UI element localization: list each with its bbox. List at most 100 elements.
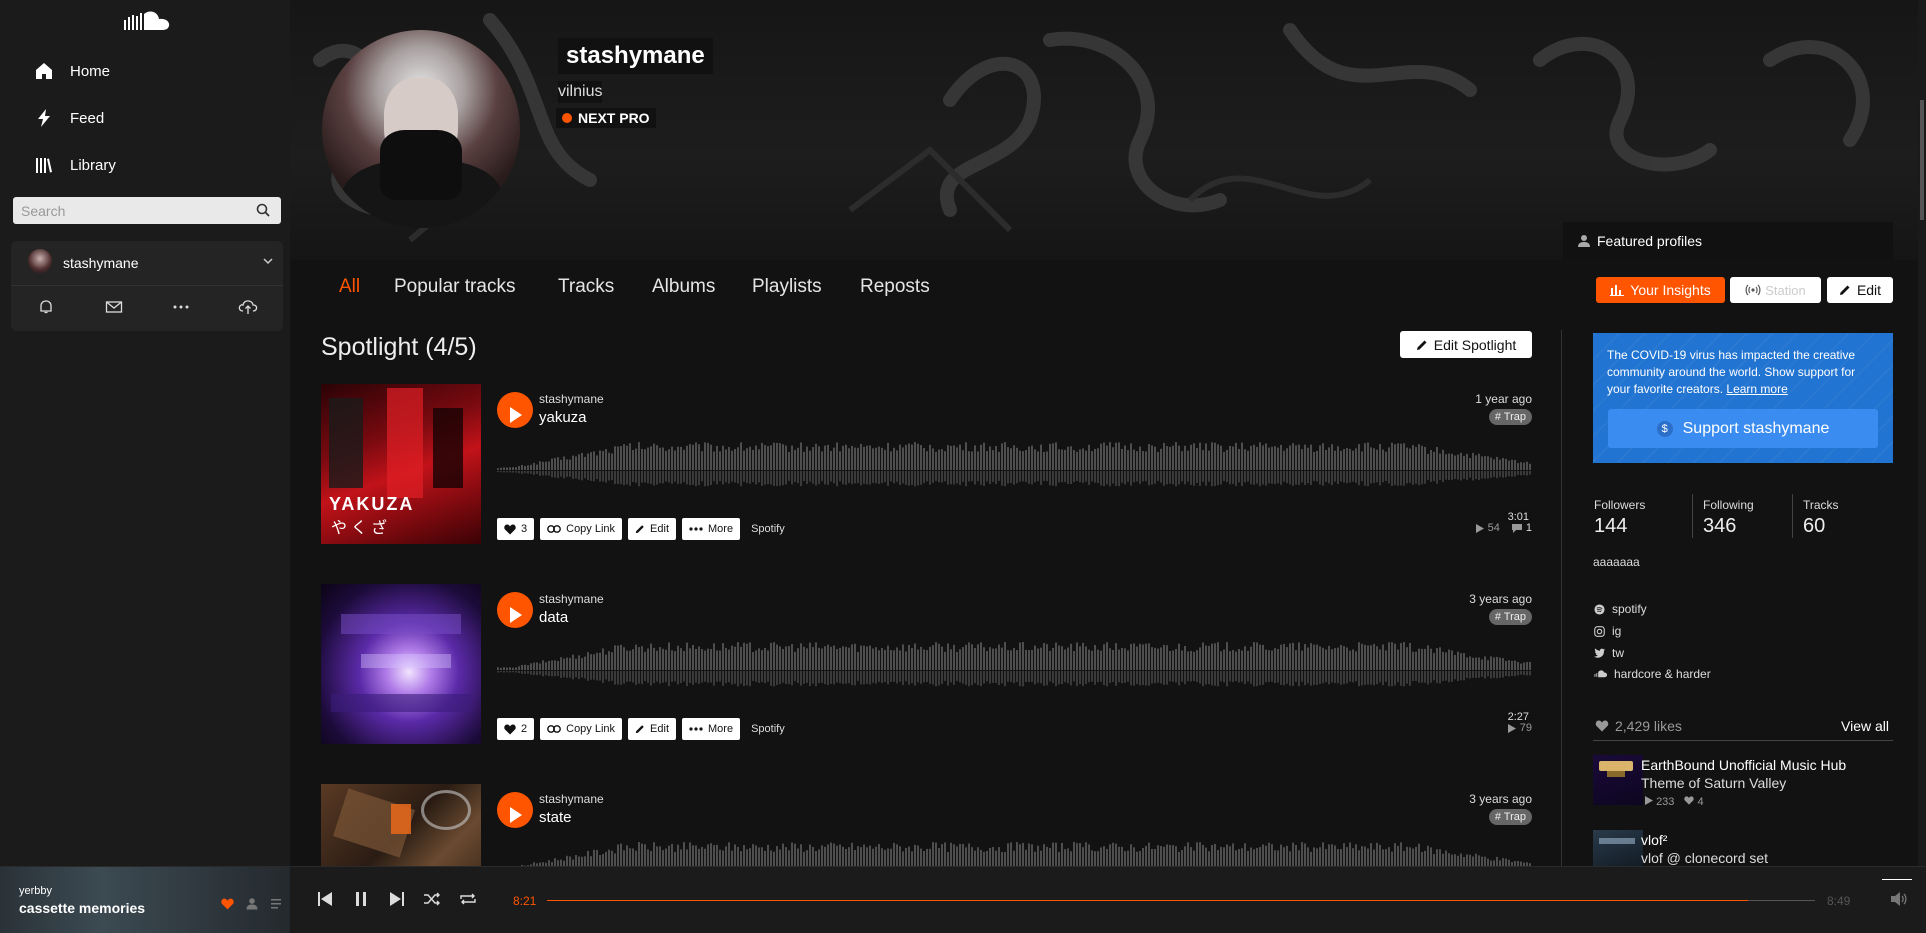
learn-more-link[interactable]: Learn more (1726, 382, 1787, 396)
previous-icon[interactable] (318, 891, 332, 907)
track-artwork[interactable] (321, 584, 481, 744)
tab-albums[interactable]: Albums (652, 276, 715, 298)
waveform-bar (650, 446, 652, 470)
soundcloud-logo-icon[interactable] (122, 10, 174, 32)
track-artwork[interactable]: YAKUZA やくざ (321, 384, 481, 544)
play-button[interactable] (497, 592, 533, 628)
now-playing-title[interactable]: cassette memories (19, 900, 145, 916)
like-button[interactable]: 3 (497, 518, 535, 540)
waveform-bar (1190, 444, 1192, 470)
tab-playlists[interactable]: Playlists (752, 276, 822, 298)
edit-spotlight-button[interactable]: Edit Spotlight (1400, 331, 1532, 358)
next-icon[interactable] (390, 891, 404, 907)
stat-following[interactable]: Following 346 (1703, 498, 1754, 538)
nav-library[interactable]: Library (34, 155, 116, 175)
liked-track-artwork[interactable] (1593, 755, 1643, 805)
spotify-link[interactable]: Spotify (751, 523, 785, 535)
edit-profile-button[interactable]: Edit (1827, 277, 1893, 303)
nav-home[interactable]: Home (34, 61, 110, 81)
like-button[interactable]: 2 (497, 718, 535, 740)
genre-tag[interactable]: # Trap (1488, 809, 1532, 825)
waveform[interactable]: 3:01 (497, 434, 1532, 524)
waveform-bar-reflection (536, 671, 538, 676)
comments-stat[interactable]: 1 (1511, 522, 1532, 534)
user-name[interactable]: stashymane (63, 255, 138, 271)
waveform-bar (731, 850, 733, 866)
waveform[interactable]: 2:27 (497, 634, 1532, 724)
waveform-bar-reflection (680, 671, 682, 684)
copy-link-button[interactable]: Copy Link (540, 718, 623, 740)
track-title[interactable]: state (539, 809, 572, 826)
likes-header[interactable]: 2,429 likes (1595, 718, 1682, 734)
stat-followers[interactable]: Followers 144 (1594, 498, 1645, 538)
scrollbar-thumb[interactable] (1920, 100, 1924, 220)
search-input[interactable] (13, 197, 281, 224)
stat-tracks[interactable]: Tracks 60 (1803, 498, 1839, 538)
more-button[interactable]: More (682, 718, 741, 740)
liked-track-user[interactable]: EarthBound Unofficial Music Hub (1641, 757, 1846, 773)
more-icon[interactable] (172, 299, 190, 315)
waveform[interactable] (497, 834, 1532, 866)
user-avatar[interactable] (28, 249, 52, 273)
track-title[interactable]: yakuza (539, 409, 587, 426)
now-playing-user[interactable]: yerbby (19, 885, 52, 897)
chevron-down-icon[interactable] (263, 257, 273, 265)
pause-icon[interactable] (355, 891, 367, 907)
station-button[interactable]: Station (1730, 277, 1821, 303)
repeat-icon[interactable] (459, 891, 477, 907)
track-user[interactable]: stashymane (539, 592, 604, 606)
bell-icon[interactable] (38, 299, 54, 315)
waveform-bar-reflection (1256, 671, 1258, 687)
link-spotify[interactable]: spotify (1594, 602, 1647, 616)
copy-link-button[interactable]: Copy Link (540, 518, 623, 540)
edit-track-button[interactable]: Edit (628, 518, 677, 540)
queue-icon[interactable] (271, 898, 285, 910)
nav-feed[interactable]: Feed (34, 108, 104, 128)
edit-track-button[interactable]: Edit (628, 718, 677, 740)
link-soundcloud[interactable]: hardcore & harder (1594, 667, 1711, 681)
view-all-link[interactable]: View all (1841, 718, 1889, 734)
featured-profiles[interactable]: Featured profiles (1563, 222, 1893, 260)
your-insights-button[interactable]: Your Insights (1596, 277, 1725, 303)
tab-all[interactable]: All (339, 276, 360, 298)
waveform-bar-reflection (1337, 671, 1339, 684)
search-icon[interactable] (256, 203, 270, 217)
follow-user-icon[interactable] (246, 897, 260, 910)
tab-popular-tracks[interactable]: Popular tracks (394, 276, 515, 298)
volume-level[interactable] (1882, 879, 1912, 880)
liked-track-title[interactable]: Theme of Saturn Valley (1641, 775, 1786, 791)
genre-tag[interactable]: # Trap (1488, 409, 1532, 425)
liked-track-user[interactable]: vlof² (1641, 832, 1667, 848)
heart-icon[interactable] (221, 898, 234, 910)
waveform-bar-reflection (713, 471, 715, 482)
track-title[interactable]: data (539, 609, 568, 626)
progress-bar[interactable] (547, 900, 1815, 901)
spotify-link[interactable]: Spotify (751, 723, 785, 735)
play-button[interactable] (497, 392, 533, 428)
upload-icon[interactable] (238, 299, 258, 315)
play-button[interactable] (497, 792, 533, 828)
liked-track-title[interactable]: vlof @ clonecord set (1641, 850, 1768, 866)
link-instagram[interactable]: ig (1594, 624, 1621, 638)
tab-reposts[interactable]: Reposts (860, 276, 930, 298)
liked-track-item[interactable]: vlof² vlof @ clonecord set (1593, 830, 1893, 866)
waveform-bar (875, 846, 877, 866)
link-twitter[interactable]: tw (1594, 646, 1624, 660)
liked-track-item[interactable]: EarthBound Unofficial Music Hub Theme of… (1593, 755, 1893, 810)
more-button[interactable]: More (682, 518, 741, 540)
next-pro-badge[interactable]: NEXT PRO (556, 108, 656, 128)
tab-tracks[interactable]: Tracks (558, 276, 614, 298)
liked-track-artwork[interactable] (1593, 830, 1643, 866)
profile-avatar[interactable] (322, 30, 520, 228)
track-user[interactable]: stashymane (539, 792, 604, 806)
volume-icon[interactable] (1890, 891, 1908, 907)
track-user[interactable]: stashymane (539, 392, 604, 406)
shuffle-icon[interactable] (423, 891, 441, 907)
track-artwork[interactable] (321, 784, 481, 866)
mail-icon[interactable] (105, 299, 123, 315)
genre-tag[interactable]: # Trap (1488, 609, 1532, 625)
support-artist-button[interactable]: $ Support stashymane (1608, 409, 1878, 448)
waveform-bar-reflection (965, 471, 967, 487)
waveform-bar (920, 445, 922, 470)
waveform-bar (620, 843, 622, 866)
